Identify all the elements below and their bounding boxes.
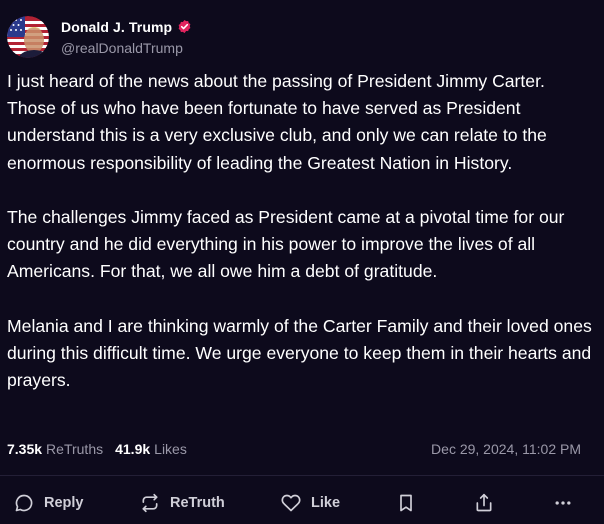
retruth-icon [140,493,160,513]
likes-stat[interactable]: 41.9k Likes [115,441,187,457]
bookmark-icon [396,493,416,513]
post-body: I just heard of the news about the passi… [7,68,597,394]
like-label: Like [311,495,341,511]
action-bar: Reply ReTruth Like [0,485,604,521]
reply-button[interactable]: Reply [14,485,84,521]
retruths-count: 7.35k [7,441,43,457]
retruth-button[interactable]: ReTruth [140,485,225,521]
heart-icon [281,493,301,513]
post-header: Donald J. Trump @realDonaldTrump [7,15,192,59]
retruths-stat[interactable]: 7.35k ReTruths [7,441,103,457]
reply-label: Reply [44,495,84,511]
post-paragraph: I just heard of the news about the passi… [7,71,547,173]
like-button[interactable]: Like [281,485,340,521]
bookmark-button[interactable] [396,485,416,521]
retruths-label: ReTruths [46,441,104,457]
likes-count: 41.9k [115,441,151,457]
post-paragraph: Melania and I are thinking warmly of the… [7,315,592,391]
author-names: Donald J. Trump @realDonaldTrump [61,19,192,56]
display-name-row: Donald J. Trump [61,19,192,35]
verified-badge-icon [177,19,192,34]
more-options-button[interactable] [553,485,573,521]
flag-portrait-avatar-icon [7,16,49,58]
display-name[interactable]: Donald J. Trump [61,19,172,35]
retruth-label: ReTruth [170,495,225,511]
reply-icon [14,493,34,513]
post-paragraph: The challenges Jimmy faced as President … [7,207,565,282]
divider [0,475,604,476]
more-dots-icon [553,493,573,513]
truth-post: Donald J. Trump @realDonaldTrump I just … [0,0,604,524]
share-button[interactable] [474,485,494,521]
handle[interactable]: @realDonaldTrump [61,40,192,56]
post-stats: 7.35k ReTruths 41.9k Likes Dec 29, 2024, 1… [7,441,581,457]
share-icon [474,493,494,513]
avatar[interactable] [7,16,49,58]
likes-label: Likes [154,441,187,457]
post-timestamp[interactable]: Dec 29, 2024, 11:02 PM [431,441,581,457]
